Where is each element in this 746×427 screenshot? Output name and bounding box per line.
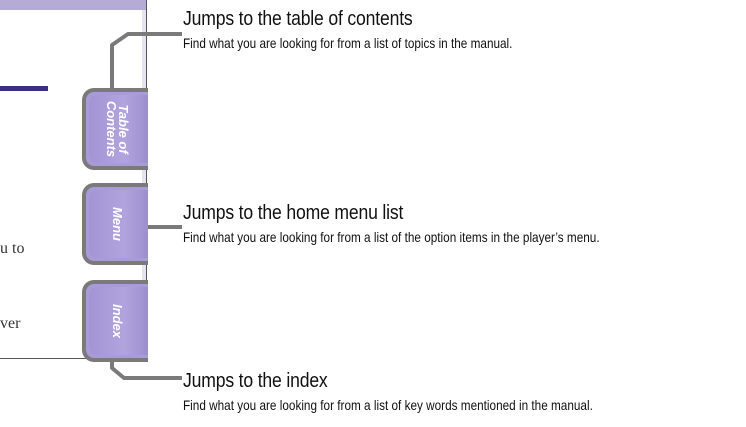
callout-toc-title: Jumps to the table of contents xyxy=(183,8,413,30)
callout-toc-body: Find what you are looking for from a lis… xyxy=(183,35,513,51)
tab-table-of-contents[interactable]: Table of Contents xyxy=(82,88,148,170)
toc-leader-line xyxy=(110,32,182,93)
callout-menu-body: Find what you are looking for from a lis… xyxy=(183,229,600,245)
tab-index-label: Index xyxy=(110,304,125,338)
callout-toc: Jumps to the table of contents Find what… xyxy=(183,8,575,51)
tab-menu[interactable]: Menu xyxy=(82,183,148,265)
callout-menu: Jumps to the home menu list Find what yo… xyxy=(183,202,679,245)
tab-menu-label: Menu xyxy=(110,207,125,241)
callout-index-body: Find what you are looking for from a lis… xyxy=(183,397,593,413)
tab-toc-label: Table of Contents xyxy=(104,100,131,158)
callout-index: Jumps to the index Find what you are loo… xyxy=(183,370,671,413)
tab-index[interactable]: Index xyxy=(82,280,148,362)
callout-index-title: Jumps to the index xyxy=(183,370,328,392)
callout-menu-title: Jumps to the home menu list xyxy=(183,202,404,224)
